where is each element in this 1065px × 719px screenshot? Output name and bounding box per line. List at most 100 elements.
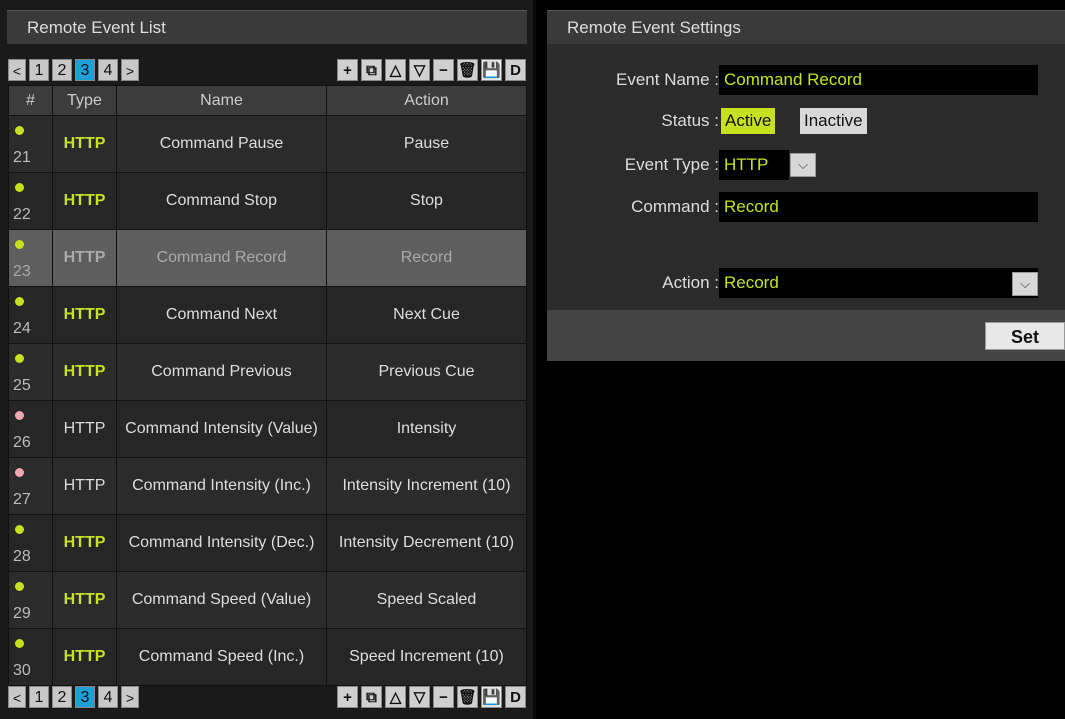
row-number: 25 — [8, 343, 53, 401]
action-field[interactable]: Record — [719, 268, 1038, 298]
row-number-text: 30 — [13, 662, 31, 679]
duplicate-icon[interactable]: ⧉ — [361, 686, 382, 708]
status-dot-icon — [15, 354, 24, 363]
table-row[interactable]: 24 HTTP Command Next Next Cue — [8, 286, 527, 344]
status-dot-icon — [15, 468, 24, 477]
table-row[interactable]: 26 HTTP Command Intensity (Value) Intensity — [8, 400, 527, 458]
top-toolbar: < 1 2 3 4 > + ⧉ △ ▽ − 🗑 💾 D — [8, 57, 526, 84]
row-number: 24 — [8, 286, 53, 344]
save-icon[interactable]: 💾 — [481, 59, 502, 81]
row-name: Command Stop — [116, 172, 327, 230]
table-row[interactable]: 22 HTTP Command Stop Stop — [8, 172, 527, 230]
row-type: HTTP — [52, 172, 117, 230]
table-row[interactable]: 28 HTTP Command Intensity (Dec.) Intensity … — [8, 514, 527, 572]
prev-page-button[interactable]: < — [8, 59, 26, 81]
row-number-text: 22 — [13, 206, 31, 223]
page-1-button[interactable]: 1 — [29, 59, 49, 81]
status-dot-icon — [15, 297, 24, 306]
event-name-field[interactable]: Command Record — [719, 65, 1038, 95]
row-name: Command Intensity (Inc.) — [116, 457, 327, 515]
row-number-text: 28 — [13, 548, 31, 565]
command-label: Command : — [631, 197, 719, 216]
remove-icon[interactable]: − — [433, 686, 454, 708]
row-action: Record — [326, 229, 527, 287]
d-icon[interactable]: D — [505, 59, 526, 81]
command-field[interactable]: Record — [719, 192, 1038, 222]
row-name: Command Speed (Value) — [116, 571, 327, 629]
page-3-button[interactable]: 3 — [75, 686, 95, 708]
pager-bottom: < 1 2 3 4 > — [8, 684, 139, 708]
move-down-icon[interactable]: ▽ — [409, 59, 430, 81]
status-inactive-button[interactable]: Inactive — [800, 108, 867, 134]
row-name: Command Record — [116, 229, 327, 287]
row-name: Command Previous — [116, 343, 327, 401]
row-number-text: 27 — [13, 491, 31, 508]
page-2-button[interactable]: 2 — [52, 59, 72, 81]
row-name: Command Speed (Inc.) — [116, 628, 327, 686]
page-4-button[interactable]: 4 — [98, 59, 118, 81]
status-dot-icon — [15, 582, 24, 591]
table-row[interactable]: 25 HTTP Command Previous Previous Cue — [8, 343, 527, 401]
row-number-text: 29 — [13, 605, 31, 622]
remove-icon[interactable]: − — [433, 59, 454, 81]
table-row[interactable]: 23 HTTP Command Record Record — [8, 229, 527, 287]
duplicate-icon[interactable]: ⧉ — [361, 59, 382, 81]
page-1-button[interactable]: 1 — [29, 686, 49, 708]
edit-tools: + ⧉ △ ▽ − 🗑 💾 D — [337, 57, 526, 81]
row-number: 26 — [8, 400, 53, 458]
action-label: Action : — [662, 273, 719, 292]
add-icon[interactable]: + — [337, 59, 358, 81]
column-header-num[interactable]: # — [8, 85, 53, 116]
move-up-icon[interactable]: △ — [385, 686, 406, 708]
status-dot-icon — [15, 639, 24, 648]
row-type: HTTP — [52, 628, 117, 686]
edit-tools-bottom: + ⧉ △ ▽ − 🗑 💾 D — [337, 684, 526, 708]
row-name: Command Intensity (Dec.) — [116, 514, 327, 572]
column-header-action[interactable]: Action — [326, 85, 527, 116]
event-table: # Type Name Action 21 HTTP Command Pause Pa… — [8, 85, 527, 686]
status-dot-icon — [15, 525, 24, 534]
event-type-field[interactable]: HTTP — [719, 150, 789, 180]
set-button[interactable]: Set — [985, 322, 1065, 350]
row-action: Intensity — [326, 400, 527, 458]
row-type: HTTP — [52, 400, 117, 458]
table-row[interactable]: 29 HTTP Command Speed (Value) Speed Scaled — [8, 571, 527, 629]
event-type-dropdown-icon[interactable]: ⌵ — [790, 153, 816, 177]
row-action: Intensity Decrement (10) — [326, 514, 527, 572]
next-page-button[interactable]: > — [121, 686, 139, 708]
row-number: 22 — [8, 172, 53, 230]
move-up-icon[interactable]: △ — [385, 59, 406, 81]
d-icon[interactable]: D — [505, 686, 526, 708]
table-row[interactable]: 27 HTTP Command Intensity (Inc.) Intensity … — [8, 457, 527, 515]
row-type: HTTP — [52, 229, 117, 287]
event-type-label: Event Type : — [624, 155, 719, 174]
set-bar: Set — [547, 310, 1065, 361]
action-dropdown-icon[interactable]: ⌵ — [1012, 272, 1038, 296]
row-action: Intensity Increment (10) — [326, 457, 527, 515]
row-number: 28 — [8, 514, 53, 572]
prev-page-button[interactable]: < — [8, 686, 26, 708]
next-page-button[interactable]: > — [121, 59, 139, 81]
column-header-type[interactable]: Type — [52, 85, 117, 116]
row-number: 23 — [8, 229, 53, 287]
table-row[interactable]: 30 HTTP Command Speed (Inc.) Speed Incremen… — [8, 628, 527, 686]
status-dot-icon — [15, 411, 24, 420]
save-icon[interactable]: 💾 — [481, 686, 502, 708]
add-icon[interactable]: + — [337, 686, 358, 708]
status-active-button[interactable]: Active — [721, 108, 776, 134]
trash-icon[interactable]: 🗑 — [457, 686, 478, 708]
event-name-label: Event Name : — [616, 70, 719, 89]
page-4-button[interactable]: 4 — [98, 686, 118, 708]
row-action: Pause — [326, 115, 527, 173]
trash-icon[interactable]: 🗑 — [457, 59, 478, 81]
page-2-button[interactable]: 2 — [52, 686, 72, 708]
row-name: Command Next — [116, 286, 327, 344]
table-row[interactable]: 21 HTTP Command Pause Pause — [8, 115, 527, 173]
row-type: HTTP — [52, 514, 117, 572]
move-down-icon[interactable]: ▽ — [409, 686, 430, 708]
row-name: Command Intensity (Value) — [116, 400, 327, 458]
page-3-button[interactable]: 3 — [75, 59, 95, 81]
settings-panel-title: Remote Event Settings — [547, 10, 1065, 44]
status-dot-icon — [15, 126, 24, 135]
column-header-name[interactable]: Name — [116, 85, 327, 116]
